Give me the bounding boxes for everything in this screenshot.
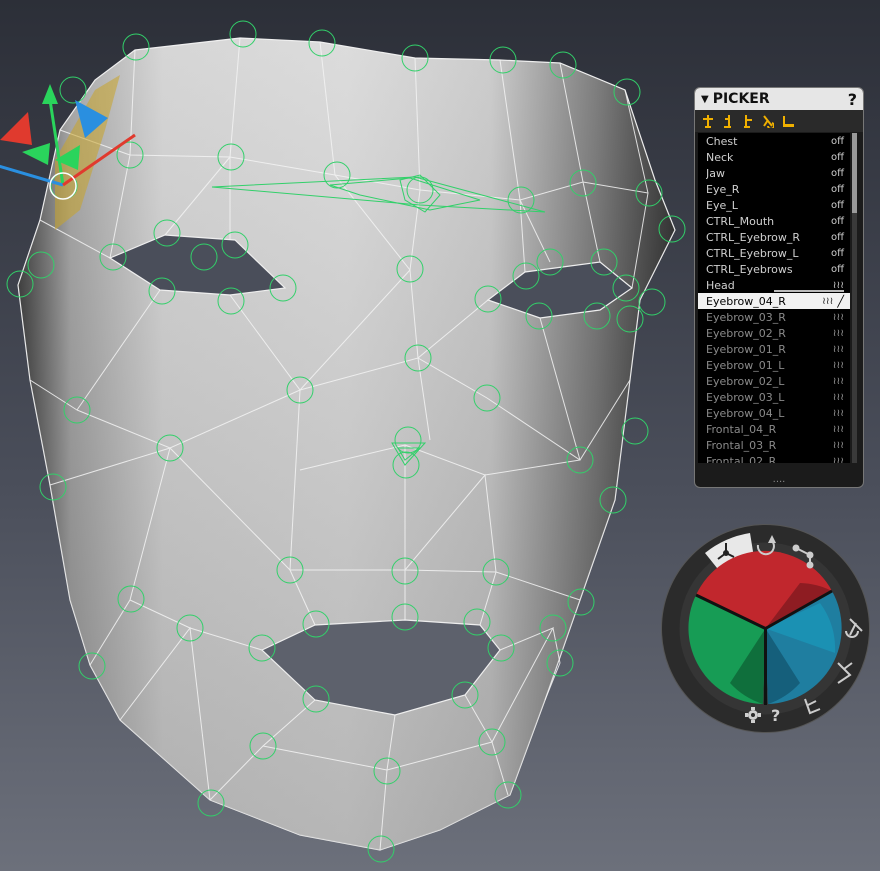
bone-list-item[interactable]: Eyebrow_01_L ≀≀≀	[698, 357, 850, 373]
list-scrollbar[interactable]	[852, 133, 857, 463]
bone-state[interactable]: off	[831, 232, 844, 243]
bone-name: Eyebrow_01_L	[706, 358, 785, 372]
bone-state[interactable]: ≀≀≀	[833, 376, 844, 387]
bone-name: Eyebrow_03_R	[706, 310, 786, 324]
bone-name: CTRL_Eyebrows	[706, 262, 793, 276]
bone-name: Eye_L	[706, 198, 738, 212]
bone-state[interactable]: ≀≀≀	[833, 392, 844, 403]
controller-point[interactable]	[59, 76, 87, 104]
resize-grip[interactable]: ....	[695, 475, 863, 485]
bone-list-item[interactable]: CTRL_Eyebrow_R off	[698, 229, 850, 245]
bone-chain-icon[interactable]	[719, 113, 737, 129]
bone-state[interactable]: ≀≀≀	[833, 408, 844, 419]
pie-menu: ?	[660, 523, 871, 734]
bone-list-item[interactable]: Eyebrow_04_R ≀≀≀ ╱	[698, 293, 850, 309]
bone-name: Neck	[706, 150, 734, 164]
bone-name: Jaw	[706, 166, 725, 180]
bone-list-item[interactable]: Eyebrow_03_L ≀≀≀	[698, 389, 850, 405]
picker-panel: ▼ PICKER ? Chest off Neck off Jaw off Eye_R off…	[694, 87, 864, 488]
foot-icon[interactable]	[779, 113, 797, 129]
bone-list-item[interactable]: Head ≀≀≀	[698, 277, 850, 293]
bone-name: Eyebrow_02_L	[706, 374, 785, 388]
bone-state[interactable]: off	[831, 152, 844, 163]
bone-name: Eye_R	[706, 182, 740, 196]
bone-name: Chest	[706, 134, 738, 148]
picker-header: ▼ PICKER ?	[695, 88, 863, 110]
bone-list-item[interactable]: Frontal_04_R ≀≀≀	[698, 421, 850, 437]
bone-state[interactable]: off	[831, 200, 844, 211]
bone-name: Frontal_04_R	[706, 422, 777, 436]
bone-name: CTRL_Eyebrow_R	[706, 230, 801, 244]
controller-point[interactable]	[638, 288, 666, 316]
bone-name: CTRL_Eyebrow_L	[706, 246, 799, 260]
bone-list-item[interactable]: CTRL_Eyebrow_L off	[698, 245, 850, 261]
bone-name: CTRL_Mouth	[706, 214, 775, 228]
collapse-toggle[interactable]: ▼	[701, 94, 709, 105]
bone-name: Frontal_02_R	[706, 454, 777, 464]
bone-state[interactable]: off	[831, 216, 844, 227]
bone-list-item[interactable]: Frontal_02_R ≀≀≀	[698, 453, 850, 464]
bone-state[interactable]: ≀≀≀	[833, 344, 844, 355]
bone-list-item[interactable]: Eyebrow_01_R ≀≀≀	[698, 341, 850, 357]
bone-state[interactable]: ≀≀≀	[833, 328, 844, 339]
bone-list-item[interactable]: Eye_R off	[698, 181, 850, 197]
bone-state[interactable]: off	[831, 136, 844, 147]
bone-name: Head	[706, 278, 735, 292]
help-button[interactable]: ?	[848, 90, 857, 109]
pie-help-button[interactable]: ?	[771, 706, 780, 725]
bone-state[interactable]: off	[831, 168, 844, 179]
bone-name: Eyebrow_03_L	[706, 390, 785, 404]
picker-toolbar	[695, 110, 863, 132]
brush-icon[interactable]: ╱	[837, 295, 844, 308]
bone-list-item[interactable]: CTRL_Eyebrows off	[698, 261, 850, 277]
bone-name: Eyebrow_02_R	[706, 326, 786, 340]
bone-name: Eyebrow_01_R	[706, 342, 786, 356]
bone-list-item[interactable]: Eyebrow_02_L ≀≀≀	[698, 373, 850, 389]
bone-list-item[interactable]: Eyebrow_03_R ≀≀≀	[698, 309, 850, 325]
bone-icon[interactable]	[699, 113, 717, 129]
bone-list-item[interactable]: Neck off	[698, 149, 850, 165]
bone-list-item[interactable]: Eyebrow_04_L ≀≀≀	[698, 405, 850, 421]
constraint-icon[interactable]	[759, 113, 777, 129]
scrollbar-thumb[interactable]	[852, 133, 857, 213]
controller-point[interactable]	[621, 417, 649, 445]
picker-title: PICKER	[712, 91, 770, 107]
bone-list-item[interactable]: Eyebrow_02_R ≀≀≀	[698, 325, 850, 341]
bone-state[interactable]: ≀≀≀	[833, 424, 844, 435]
bone-state[interactable]: off	[831, 248, 844, 259]
bone-list[interactable]: Chest off Neck off Jaw off Eye_R off Eye_L off CTR…	[698, 133, 850, 463]
bone-state[interactable]: off	[831, 184, 844, 195]
bone-state[interactable]: ≀≀≀	[833, 456, 844, 464]
bone-list-item[interactable]: CTRL_Mouth off	[698, 213, 850, 229]
bone-name: Eyebrow_04_L	[706, 406, 785, 420]
bone-list-item[interactable]: Frontal_03_R ≀≀≀	[698, 437, 850, 453]
bone-list-item[interactable]: Eye_L off	[698, 197, 850, 213]
bone-list-item[interactable]: Chest off	[698, 133, 850, 149]
bone-state[interactable]: ≀≀≀	[822, 296, 833, 307]
bone-name: Frontal_03_R	[706, 438, 777, 452]
bone-state[interactable]: ≀≀≀	[833, 440, 844, 451]
bone-state[interactable]: off	[831, 264, 844, 275]
bone-list-item[interactable]: Jaw off	[698, 165, 850, 181]
bone-state[interactable]: ≀≀≀	[833, 360, 844, 371]
bone-name: Eyebrow_04_R	[706, 294, 786, 308]
bone-state[interactable]: ≀≀≀	[833, 312, 844, 323]
bone-state[interactable]: ≀≀≀	[833, 280, 844, 291]
ik-bone-icon[interactable]	[739, 113, 757, 129]
